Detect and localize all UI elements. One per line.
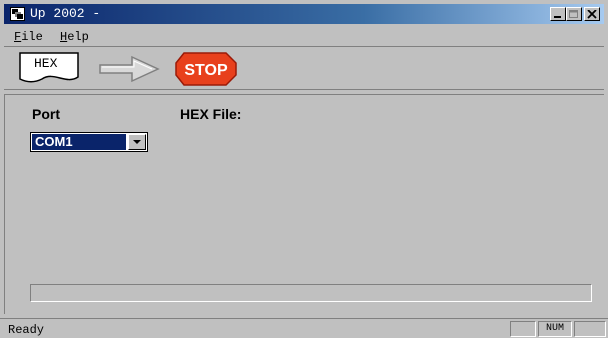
- program-arrow-button[interactable]: [96, 53, 166, 90]
- menu-help-rest: elp: [67, 30, 89, 44]
- menu-bar: File Help: [4, 26, 604, 46]
- toolbar: HEX STOP: [4, 46, 604, 90]
- close-button[interactable]: [584, 7, 600, 21]
- status-pane-empty-2: [574, 321, 606, 337]
- stop-button[interactable]: STOP: [174, 51, 244, 92]
- status-bar: Ready NUM: [0, 318, 608, 338]
- maximize-icon: [569, 10, 578, 18]
- status-text: Ready: [8, 323, 45, 337]
- port-select[interactable]: COM1: [30, 132, 148, 152]
- hex-file-label: HEX File:: [180, 106, 242, 122]
- port-select-value: COM1: [32, 134, 126, 150]
- minimize-icon: [554, 16, 561, 18]
- main-panel: [4, 94, 604, 314]
- menu-file-rest: ile: [21, 30, 43, 44]
- app-icon[interactable]: [10, 7, 25, 21]
- hex-file-icon: HEX: [19, 52, 79, 83]
- window-title: Up 2002 -: [30, 6, 101, 21]
- close-icon: [587, 10, 597, 19]
- port-label: Port: [32, 106, 60, 122]
- minimize-button[interactable]: [550, 7, 566, 21]
- port-dropdown-button[interactable]: [128, 134, 146, 150]
- stop-icon: STOP: [175, 52, 237, 86]
- status-pane-num: NUM: [538, 321, 572, 337]
- progress-bar: [30, 284, 592, 302]
- arrow-icon: [99, 55, 160, 83]
- title-bar[interactable]: Up 2002 -: [4, 4, 604, 24]
- menu-help[interactable]: Help: [60, 30, 89, 44]
- status-pane-empty-1: [510, 321, 536, 337]
- stop-label: STOP: [184, 62, 228, 79]
- maximize-button[interactable]: [566, 7, 582, 21]
- application-window: Up 2002 - File Help HEX STOP Port HEX Fi…: [0, 0, 608, 338]
- dropdown-arrow-icon: [133, 140, 141, 144]
- open-hex-button[interactable]: HEX: [18, 51, 92, 90]
- hex-label: HEX: [34, 56, 58, 71]
- menu-file[interactable]: File: [14, 30, 43, 44]
